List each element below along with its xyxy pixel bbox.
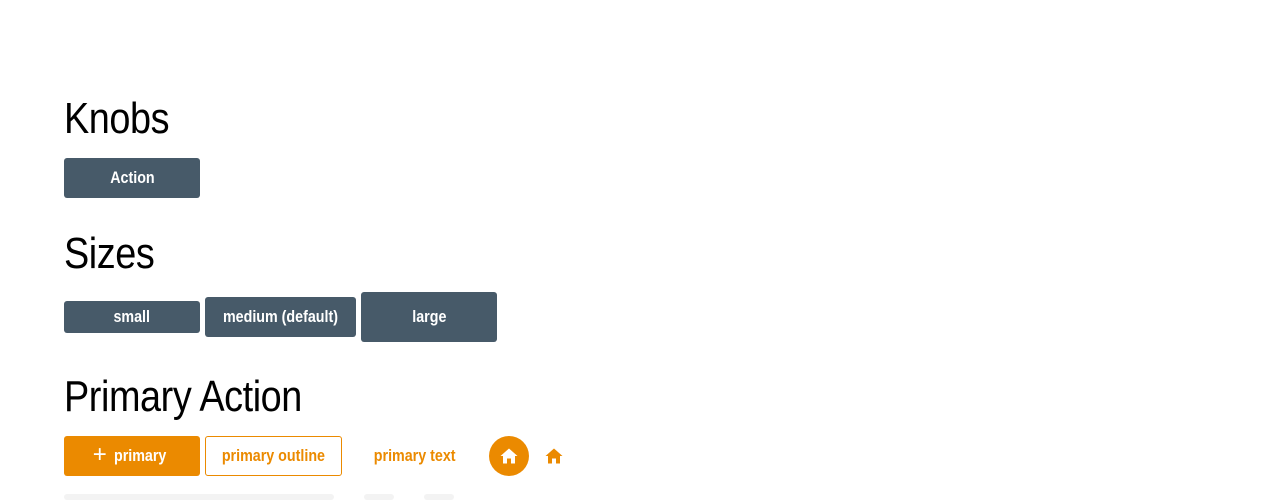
section-title-sizes: Sizes — [64, 229, 155, 278]
home-icon-circle-button[interactable] — [489, 436, 529, 476]
section-title-primary-action: Primary Action — [64, 372, 302, 421]
section-title-knobs: Knobs — [64, 94, 170, 143]
large-button-label: large — [411, 307, 447, 326]
action-button-label: Action — [109, 168, 155, 187]
primary-text-button[interactable]: primary text — [347, 436, 483, 476]
medium-button[interactable]: medium (default) — [205, 297, 356, 337]
large-button[interactable]: large — [361, 292, 497, 342]
primary-text-button-label: primary text — [374, 446, 456, 465]
next-row-shadow — [364, 494, 394, 500]
small-button[interactable]: small — [64, 301, 200, 333]
home-icon — [545, 448, 563, 464]
primary-button-label: primary — [113, 446, 167, 465]
plus-icon: + — [92, 441, 107, 468]
home-icon — [500, 448, 518, 464]
next-row-shadow — [64, 494, 334, 500]
small-button-label: small — [113, 307, 151, 326]
primary-button[interactable]: + primary — [64, 436, 200, 476]
home-icon-button[interactable] — [534, 436, 574, 476]
primary-outline-button[interactable]: primary outline — [205, 436, 342, 476]
next-row-shadow — [424, 494, 454, 500]
primary-outline-button-label: primary outline — [221, 446, 326, 465]
action-button[interactable]: Action — [64, 158, 200, 198]
medium-button-label: medium (default) — [222, 307, 339, 326]
